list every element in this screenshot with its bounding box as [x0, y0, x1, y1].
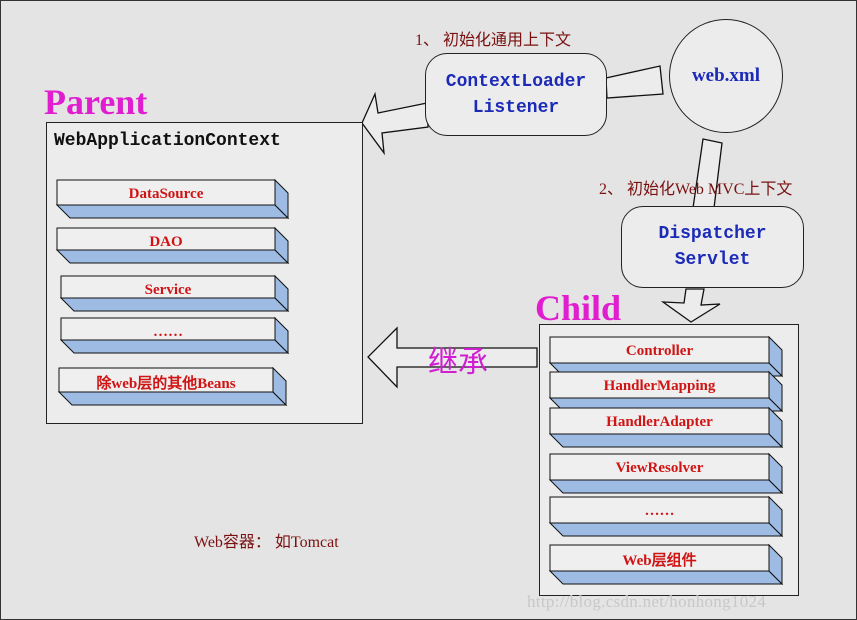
- listener-line-2: Listener: [472, 97, 560, 118]
- child-bean-label: ……: [644, 502, 675, 519]
- parent-bean-0: DataSource: [55, 178, 290, 220]
- parent-title: Parent: [44, 82, 148, 122]
- web-container-label: Web容器： 如Tomcat: [194, 534, 339, 551]
- inherit-label: 继承: [428, 345, 488, 380]
- dispatcher-servlet-node[interactable]: Dispatcher Servlet: [621, 206, 804, 288]
- connector-webxml-to-listener: [605, 65, 664, 99]
- child-bean-4: ……: [548, 495, 784, 538]
- child-bean-bottom-face: [548, 433, 784, 448]
- child-bean-0: Controller: [548, 335, 784, 378]
- arrow-listener-to-parent: [361, 91, 429, 156]
- child-bean-bottom-face: [548, 522, 784, 537]
- parent-bean-1: DAO: [55, 226, 290, 265]
- parent-bean-label: 除web层的其他Beans: [96, 375, 236, 392]
- parent-bean-label: DataSource: [128, 185, 204, 202]
- listener-line-1: ContextLoader: [445, 71, 587, 92]
- parent-bean-label: ……: [153, 323, 183, 340]
- parent-bean-label: DAO: [149, 233, 183, 250]
- watermark: http://blog.csdn.net/honhong1024: [527, 592, 767, 611]
- web-xml-label: web.xml: [691, 65, 761, 86]
- step1-label: 1、 初始化通用上下文: [415, 32, 572, 49]
- parent-context-title: WebApplicationContext: [54, 131, 281, 151]
- step2-label: 2、 初始化Web MVC上下文: [599, 181, 793, 198]
- child-bean-1: HandlerMapping: [548, 370, 784, 413]
- parent-bean-3: ……: [59, 316, 290, 355]
- child-bean-5: Web层组件: [548, 543, 784, 586]
- child-bean-label: Web层组件: [622, 552, 697, 569]
- child-bean-label: Controller: [625, 342, 694, 359]
- parent-bean-bottom-face: [55, 204, 290, 219]
- child-bean-2: HandlerAdapter: [548, 406, 784, 449]
- parent-bean-label: Service: [144, 281, 192, 298]
- dispatcher-line-2: Servlet: [674, 250, 751, 270]
- child-bean-label: HandlerAdapter: [606, 413, 713, 430]
- dispatcher-line-1: Dispatcher: [658, 224, 767, 244]
- parent-bean-4: 除web层的其他Beans: [57, 366, 288, 407]
- child-bean-label: HandlerMapping: [603, 377, 716, 394]
- child-title: Child: [535, 288, 622, 328]
- child-bean-bottom-face: [548, 479, 784, 494]
- parent-bean-2: Service: [59, 274, 290, 313]
- arrow-dispatcher-to-child: [660, 288, 721, 323]
- parent-bean-bottom-face: [57, 391, 288, 406]
- child-bean-3: ViewResolver: [548, 452, 784, 495]
- web-xml-node[interactable]: web.xml: [669, 19, 783, 133]
- context-loader-listener-node[interactable]: ContextLoader Listener: [425, 53, 607, 136]
- child-bean-label: ViewResolver: [615, 459, 704, 476]
- child-bean-bottom-face: [548, 570, 784, 585]
